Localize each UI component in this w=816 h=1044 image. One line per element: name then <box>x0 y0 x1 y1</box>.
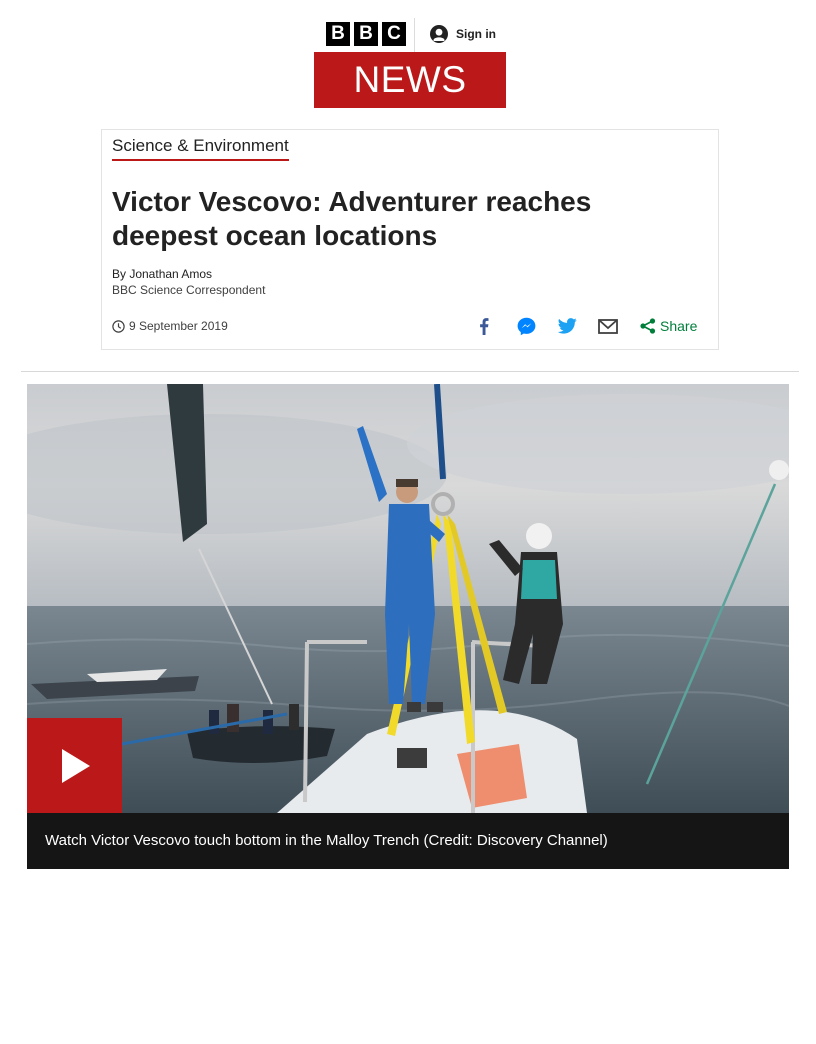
user-account-icon <box>430 25 448 43</box>
video-caption-bar: Watch Victor Vescovo touch bottom in the… <box>27 813 789 869</box>
bbc-logo-block-b2: B <box>354 22 378 46</box>
byline-author: By Jonathan Amos <box>112 267 213 281</box>
video-still-image <box>27 384 789 813</box>
email-share-button[interactable] <box>598 316 618 336</box>
byline-role: BBC Science Correspondent <box>112 283 266 297</box>
publish-date: 9 September 2019 <box>112 319 228 333</box>
bbc-logo-block-b1: B <box>326 22 350 46</box>
twitter-share-button[interactable] <box>557 316 577 336</box>
share-button[interactable]: Share <box>640 316 697 336</box>
page-divider <box>21 371 799 372</box>
sign-in-label: Sign in <box>456 27 496 41</box>
twitter-icon <box>557 318 577 334</box>
bbc-logo-block-c: C <box>382 22 406 46</box>
bbc-top-bar: B B C Sign in <box>314 18 506 52</box>
clock-icon <box>112 319 125 333</box>
header-divider <box>414 18 415 52</box>
messenger-share-button[interactable] <box>516 316 536 336</box>
play-button[interactable] <box>27 718 122 813</box>
section-link[interactable]: Science & Environment <box>112 136 289 161</box>
bbc-news-header: B B C Sign in NEWS <box>314 18 506 108</box>
article-header-card: Science & Environment Victor Vescovo: Ad… <box>101 129 719 350</box>
article-headline: Victor Vescovo: Adventurer reaches deepe… <box>112 186 592 251</box>
share-icon <box>640 318 656 334</box>
publish-date-text: 9 September 2019 <box>129 319 228 333</box>
facebook-share-button[interactable] <box>474 316 494 336</box>
facebook-icon <box>480 317 489 335</box>
bbc-logo[interactable]: B B C <box>326 22 406 46</box>
messenger-icon <box>517 317 535 335</box>
video-player[interactable]: Watch Victor Vescovo touch bottom in the… <box>27 384 789 869</box>
share-label: Share <box>660 318 698 334</box>
video-caption: Watch Victor Vescovo touch bottom in the… <box>45 832 608 849</box>
news-logo[interactable]: NEWS <box>314 52 506 108</box>
play-icon <box>61 748 90 783</box>
email-icon <box>598 318 618 334</box>
sign-in-link[interactable]: Sign in <box>430 25 496 43</box>
